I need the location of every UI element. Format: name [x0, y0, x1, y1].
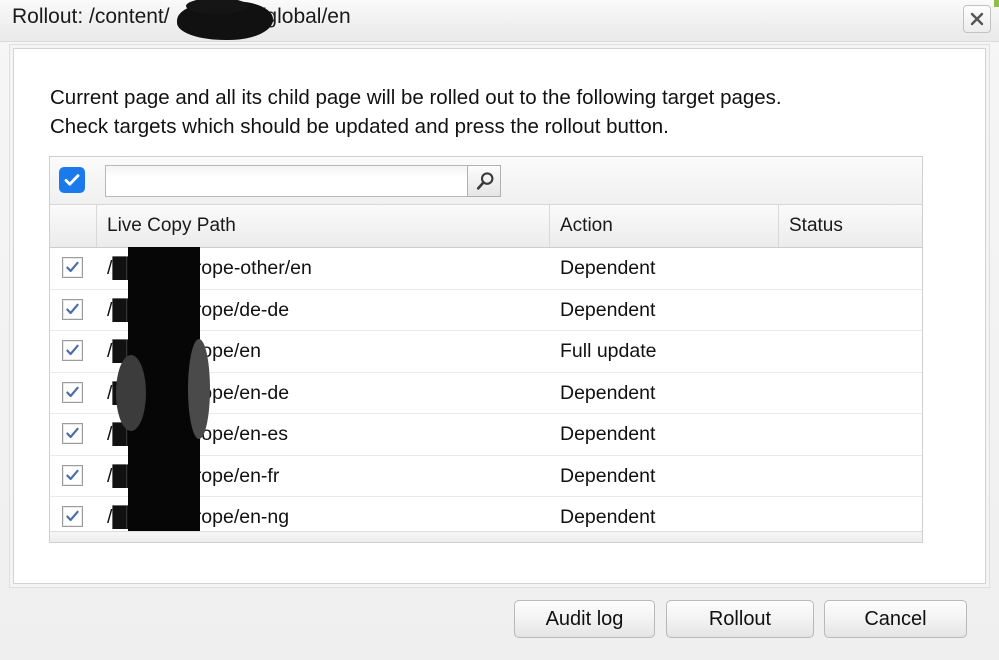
checkmark-icon — [63, 468, 82, 483]
select-all-checkbox[interactable] — [59, 167, 85, 193]
row-checkbox[interactable] — [62, 298, 83, 320]
table-row[interactable]: /████/europe/en Full update — [50, 331, 922, 373]
column-header-checkbox[interactable] — [50, 205, 97, 247]
intro-line-2: Check targets which should be updated an… — [50, 115, 669, 138]
cell-live-copy-path: /████/europe/en-es — [107, 423, 289, 445]
cell-action: Full update — [560, 340, 657, 362]
table-header-row: Live Copy Path Action Status — [50, 205, 922, 248]
checkmark-icon — [59, 171, 85, 189]
dialog-titlebar: Rollout: /content/ /global/en — [0, 0, 999, 42]
row-checkbox-cell[interactable] — [50, 331, 97, 372]
title-redaction-blob — [178, 0, 272, 39]
cell-live-copy-path: /████/europe/en — [107, 340, 261, 362]
cell-live-copy-path: /████/europe/de-de — [107, 298, 290, 321]
row-checkbox[interactable] — [62, 381, 83, 403]
table-row[interactable]: /████/europe/de-de Dependent — [50, 290, 922, 331]
cancel-button[interactable]: Cancel — [824, 600, 967, 638]
row-checkbox-cell[interactable] — [50, 373, 97, 414]
cell-status — [779, 331, 922, 372]
checkmark-icon — [63, 385, 82, 400]
close-button[interactable] — [963, 5, 991, 33]
column-header-action[interactable]: Action — [550, 205, 779, 247]
cell-action: Dependent — [560, 381, 656, 404]
cell-live-copy-path: /████/europe/en-fr — [107, 464, 280, 487]
cell-status — [779, 414, 922, 455]
row-checkbox[interactable] — [62, 257, 83, 278]
row-checkbox-cell[interactable] — [50, 290, 97, 331]
checkmark-icon — [63, 343, 82, 358]
rollout-dialog: Rollout: /content/ /global/en Current pag… — [0, 0, 999, 660]
cell-status — [779, 373, 922, 414]
cell-action: Dependent — [560, 423, 656, 445]
table-row[interactable]: /████/europe/en-es Dependent — [50, 414, 922, 456]
row-checkbox-cell[interactable] — [50, 414, 97, 455]
dialog-body: Current page and all its child page will… — [13, 48, 986, 584]
checkmark-icon — [63, 426, 82, 441]
row-checkbox-cell[interactable] — [50, 456, 97, 497]
cell-status — [779, 248, 922, 289]
cell-status — [779, 456, 922, 497]
table-row[interactable]: /████/europe-other/en Dependent — [50, 248, 922, 290]
checkmark-icon — [63, 302, 82, 317]
dialog-title-suffix: /global/en — [259, 5, 351, 28]
row-checkbox[interactable] — [62, 506, 83, 527]
cell-action: Dependent — [560, 257, 656, 279]
close-icon — [964, 10, 990, 28]
checkmark-icon — [63, 509, 82, 524]
column-header-live-copy-path[interactable]: Live Copy Path — [97, 205, 550, 247]
row-checkbox[interactable] — [62, 423, 83, 444]
search-box — [105, 165, 501, 197]
search-button[interactable] — [467, 165, 501, 197]
table-footer-bar — [50, 531, 922, 542]
dialog-title-prefix: Rollout: /content/ — [12, 5, 170, 28]
column-header-status[interactable]: Status — [779, 205, 922, 247]
cell-live-copy-path: /████/europe/en-de — [107, 381, 290, 404]
table-body: /████/europe-other/en Dependent/████/euro… — [50, 248, 922, 539]
dialog-footer: Audit log Rollout Cancel — [0, 586, 999, 660]
cell-action: Dependent — [560, 298, 656, 321]
cell-action: Dependent — [560, 464, 656, 487]
intro-text: Current page and all its child page will… — [50, 83, 782, 141]
corner-accent — [994, 0, 999, 7]
audit-log-button[interactable]: Audit log — [514, 600, 655, 638]
table-row[interactable]: /████/europe/en-de Dependent — [50, 373, 922, 414]
table-toolbar — [50, 157, 922, 205]
row-checkbox[interactable] — [62, 340, 83, 361]
cell-live-copy-path: /████/europe-other/en — [107, 257, 312, 279]
rollout-button[interactable]: Rollout — [666, 600, 814, 638]
intro-line-1: Current page and all its child page will… — [50, 86, 782, 109]
live-copy-table: Live Copy Path Action Status /████/europ… — [49, 156, 923, 543]
table-row[interactable]: /████/europe/en-fr Dependent — [50, 456, 922, 497]
search-input[interactable] — [105, 165, 467, 197]
cell-status — [779, 290, 922, 331]
row-checkbox[interactable] — [62, 464, 83, 486]
checkmark-icon — [63, 260, 82, 275]
row-checkbox-cell[interactable] — [50, 248, 97, 289]
